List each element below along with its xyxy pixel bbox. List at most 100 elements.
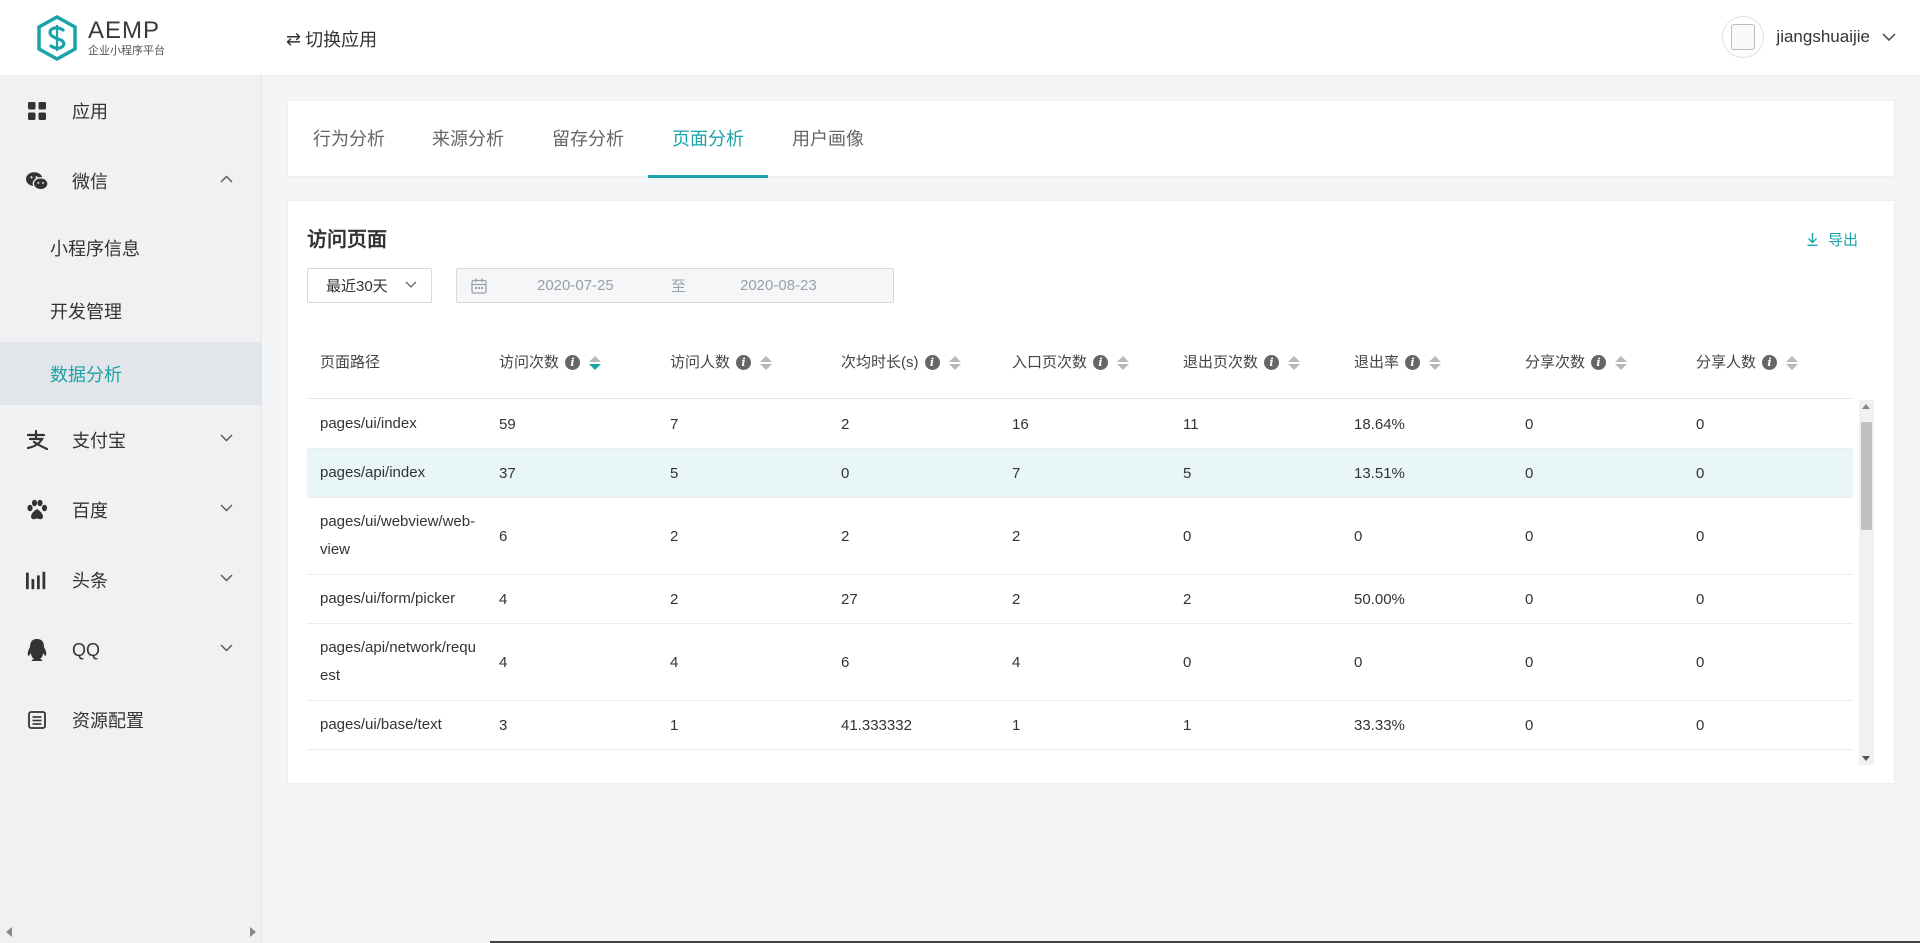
sidebar-subitem-data-analysis[interactable]: 数据分析 [0, 342, 261, 405]
table-body: pages/ui/index 59 7 2 16 11 18.64% 0 0 p… [307, 400, 1853, 765]
logo-subtitle: 企业小程序平台 [88, 45, 165, 57]
cell-exit-rate: 50.00% [1354, 590, 1405, 608]
export-button[interactable]: 导出 [1807, 229, 1858, 250]
sort-icon[interactable] [589, 355, 602, 370]
date-range-picker[interactable]: 2020-07-25 至 2020-08-23 [456, 268, 894, 303]
scroll-right-arrow-icon[interactable] [250, 927, 256, 937]
sidebar-item-resource-config[interactable]: 资源配置 [0, 685, 261, 755]
table-row[interactable]: pages/ui/index 59 7 2 16 11 18.64% 0 0 [307, 400, 1853, 449]
scrollbar-thumb[interactable] [1861, 422, 1872, 530]
sort-icon[interactable] [1429, 355, 1442, 370]
info-icon[interactable]: i [1093, 355, 1109, 370]
sidebar-item-toutiao[interactable]: 头条 [0, 545, 261, 615]
tab-retention-analysis[interactable]: 留存分析 [552, 101, 624, 178]
sort-icon[interactable] [1117, 355, 1130, 370]
user-menu[interactable]: jiangshuaijie [1722, 16, 1896, 58]
cell-visits: 6 [499, 527, 508, 545]
sidebar-item-label: 支付宝 [72, 431, 126, 451]
scroll-left-arrow-icon[interactable] [6, 927, 12, 937]
table-scrollbar[interactable] [1859, 400, 1874, 765]
cell-exit-count: 0 [1183, 653, 1192, 671]
sidebar-subitem-dev-management[interactable]: 开发管理 [0, 279, 261, 342]
cell-share-users: 0 [1696, 527, 1705, 545]
cell-exit-rate: 13.51% [1354, 464, 1405, 482]
sort-icon[interactable] [760, 355, 773, 370]
sidebar-subitem-miniprogram-info[interactable]: 小程序信息 [0, 216, 261, 279]
logo-s-hexagon-icon [37, 15, 77, 61]
sort-icon[interactable] [1615, 355, 1628, 370]
column-header-exit-count[interactable]: 退出页次数 i [1183, 326, 1301, 399]
cell-exit-count: 5 [1183, 464, 1192, 482]
cell-share-users: 0 [1696, 653, 1705, 671]
sidebar-item-label: QQ [72, 639, 101, 660]
aemp-logo[interactable]: AEMP 企业小程序平台 [36, 14, 165, 62]
page-visit-panel: 访问页面 导出 最近30天 2020-07-25 至 2020-08-23 页面… [287, 200, 1895, 784]
tab-page-analysis[interactable]: 页面分析 [648, 101, 768, 178]
cell-path: pages/api/index [320, 464, 426, 481]
cell-visitors: 5 [670, 464, 679, 482]
switch-app-button[interactable]: ⇄ 切换应用 [286, 26, 377, 52]
cell-entry-count: 4 [1012, 653, 1021, 671]
cell-share-count: 0 [1525, 590, 1534, 608]
info-icon[interactable]: i [1591, 355, 1607, 370]
sidebar-item-alipay[interactable]: 支付宝 [0, 405, 261, 475]
scroll-down-arrow-icon[interactable] [1862, 756, 1870, 761]
tab-user-profile[interactable]: 用户画像 [792, 101, 864, 178]
sidebar-item-label: 应用 [72, 102, 108, 122]
cell-exit-rate: 0 [1354, 527, 1363, 545]
info-icon[interactable]: i [736, 355, 752, 370]
cell-entry-count: 2 [1012, 527, 1021, 545]
info-icon[interactable]: i [565, 355, 581, 370]
info-icon[interactable]: i [1264, 355, 1280, 370]
info-icon[interactable]: i [924, 355, 940, 370]
table-row[interactable]: pages/api/index 37 5 0 7 5 13.51% 0 0 [307, 449, 1853, 498]
table-row[interactable]: pages/ui/webview/web-view 6 2 2 2 0 0 0 … [307, 498, 1853, 575]
avatar [1722, 16, 1765, 58]
cell-path: pages/ui/index [320, 415, 417, 432]
sort-icon[interactable] [948, 355, 961, 370]
column-header-exit-rate[interactable]: 退出率 i [1354, 326, 1442, 399]
grid-icon [26, 100, 48, 122]
column-header-avg-duration[interactable]: 次均时长(s) i [841, 326, 961, 399]
cell-exit-count: 11 [1183, 415, 1199, 433]
column-header-visits[interactable]: 访问次数 i [499, 326, 602, 399]
chevron-up-icon [220, 175, 233, 183]
tab-behavior-analysis[interactable]: 行为分析 [313, 101, 385, 178]
cell-share-users: 0 [1696, 590, 1705, 608]
info-icon[interactable]: i [1762, 355, 1778, 370]
cell-exit-count: 0 [1183, 527, 1192, 545]
table-row[interactable]: pages/ui/form/picker 4 2 27 2 2 50.00% 0… [307, 575, 1853, 624]
switch-app-label: 切换应用 [305, 30, 378, 50]
list-icon [26, 709, 48, 731]
cell-avg-duration: 27 [841, 590, 858, 608]
column-header-visitors[interactable]: 访问人数 i [670, 326, 773, 399]
cell-avg-duration: 6 [841, 653, 850, 671]
sidebar-item-baidu[interactable]: 百度 [0, 475, 261, 545]
range-select-value: 最近30天 [326, 278, 388, 295]
cell-share-users: 0 [1696, 464, 1705, 482]
date-end-input[interactable]: 2020-08-23 [740, 277, 817, 294]
date-separator: 至 [671, 278, 687, 295]
column-header-share-users[interactable]: 分享人数 i [1696, 326, 1799, 399]
table-row[interactable]: pages/api/network/request 4 4 6 4 0 0 0 … [307, 624, 1853, 701]
table-row[interactable]: pages/ui/base/text 3 1 41.333332 1 1 33.… [307, 701, 1853, 750]
tab-source-analysis[interactable]: 来源分析 [432, 101, 504, 178]
date-start-input[interactable]: 2020-07-25 [537, 277, 614, 294]
scroll-up-arrow-icon[interactable] [1862, 404, 1870, 409]
cell-exit-count: 1 [1183, 716, 1192, 734]
sidebar-item-qq[interactable]: QQ [0, 615, 261, 685]
date-range-select[interactable]: 最近30天 [307, 268, 432, 303]
baidu-paw-icon [26, 499, 48, 521]
cell-exit-rate: 18.64% [1354, 415, 1405, 433]
cell-avg-duration: 2 [841, 415, 850, 433]
cell-visitors: 2 [670, 590, 679, 608]
sort-icon[interactable] [1786, 355, 1799, 370]
chevron-down-icon [220, 574, 233, 582]
column-header-share-count[interactable]: 分享次数 i [1525, 326, 1628, 399]
sort-icon[interactable] [1288, 355, 1301, 370]
info-icon[interactable]: i [1405, 355, 1421, 370]
chevron-down-icon [220, 644, 233, 652]
column-header-entry-count[interactable]: 入口页次数 i [1012, 326, 1130, 399]
sidebar-item-apps[interactable]: 应用 [0, 76, 261, 146]
sidebar-item-wechat[interactable]: 微信 [0, 146, 261, 216]
